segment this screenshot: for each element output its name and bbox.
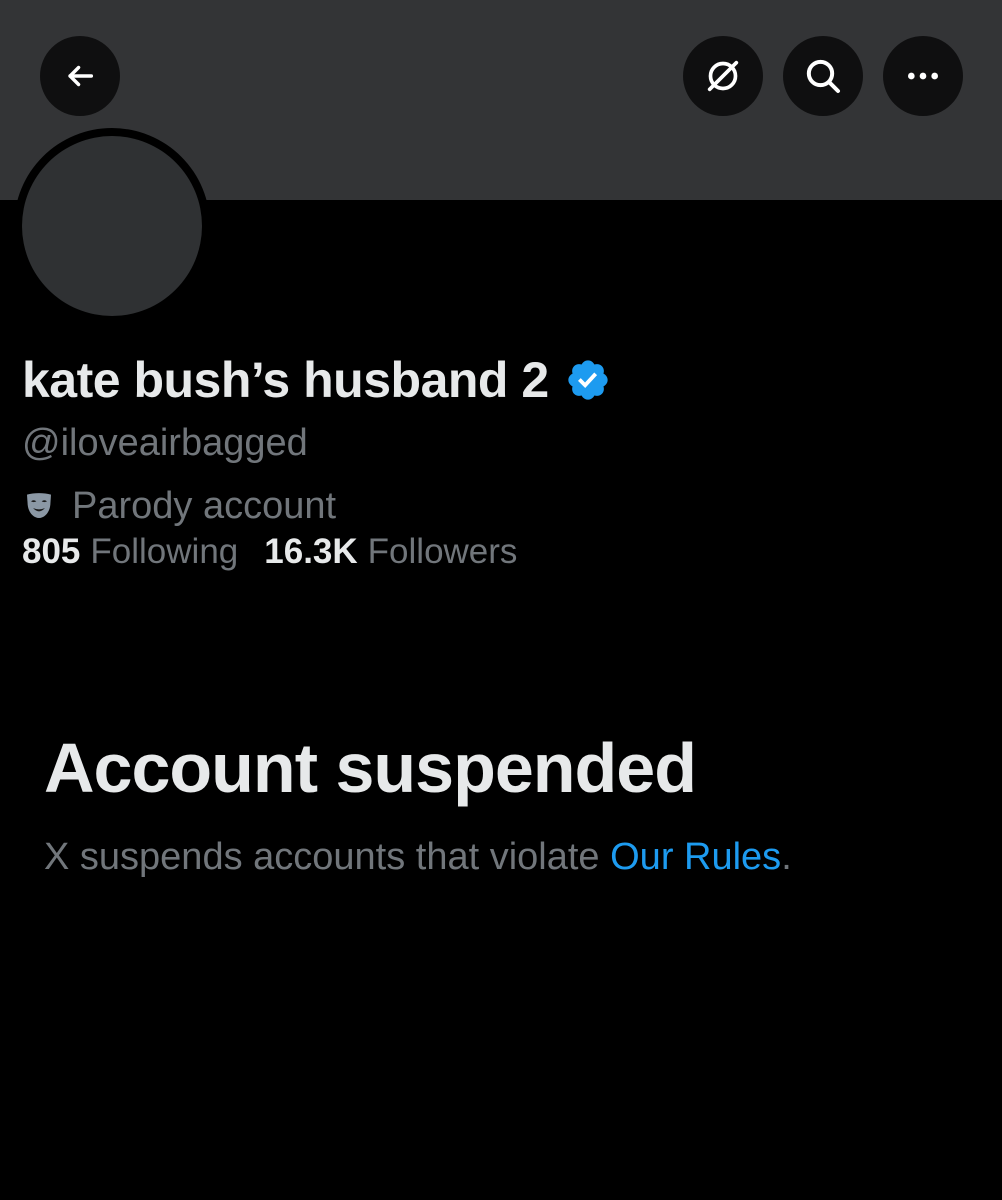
suspended-title: Account suspended — [44, 729, 697, 807]
avatar-placeholder — [22, 136, 202, 316]
more-button[interactable] — [883, 36, 963, 116]
arrow-left-icon — [63, 59, 97, 93]
search-icon — [803, 56, 843, 96]
followers-label: Followers — [367, 532, 518, 571]
back-button[interactable] — [40, 36, 120, 116]
following-link[interactable]: 805 Following — [22, 532, 238, 572]
display-name-row: kate bush’s husband 2 — [22, 345, 611, 415]
profile-avatar[interactable] — [14, 128, 210, 324]
following-label: Following — [90, 532, 239, 571]
suspended-description-text: X suspends accounts that violate — [44, 836, 611, 878]
grok-button[interactable] — [683, 36, 763, 116]
suspended-description: X suspends accounts that violate Our Rul… — [44, 836, 792, 879]
profile-handle: @iloveairbagged — [22, 422, 308, 464]
more-horizontal-icon — [903, 56, 943, 96]
suspended-description-period: . — [781, 836, 792, 878]
followers-count: 16.3K — [264, 532, 358, 571]
profile-stats: 805 Following 16.3K Followers — [22, 530, 517, 574]
parody-label-row: Parody account — [22, 484, 336, 528]
parody-mask-icon — [22, 489, 56, 523]
parody-account-label: Parody account — [72, 484, 337, 527]
following-count: 805 — [22, 532, 81, 571]
our-rules-link[interactable]: Our Rules — [610, 836, 781, 878]
followers-link[interactable]: 16.3K Followers — [264, 532, 517, 572]
grok-icon — [703, 56, 743, 96]
verified-badge-icon[interactable] — [565, 357, 611, 403]
search-button[interactable] — [783, 36, 863, 116]
display-name: kate bush’s husband 2 — [22, 352, 549, 408]
